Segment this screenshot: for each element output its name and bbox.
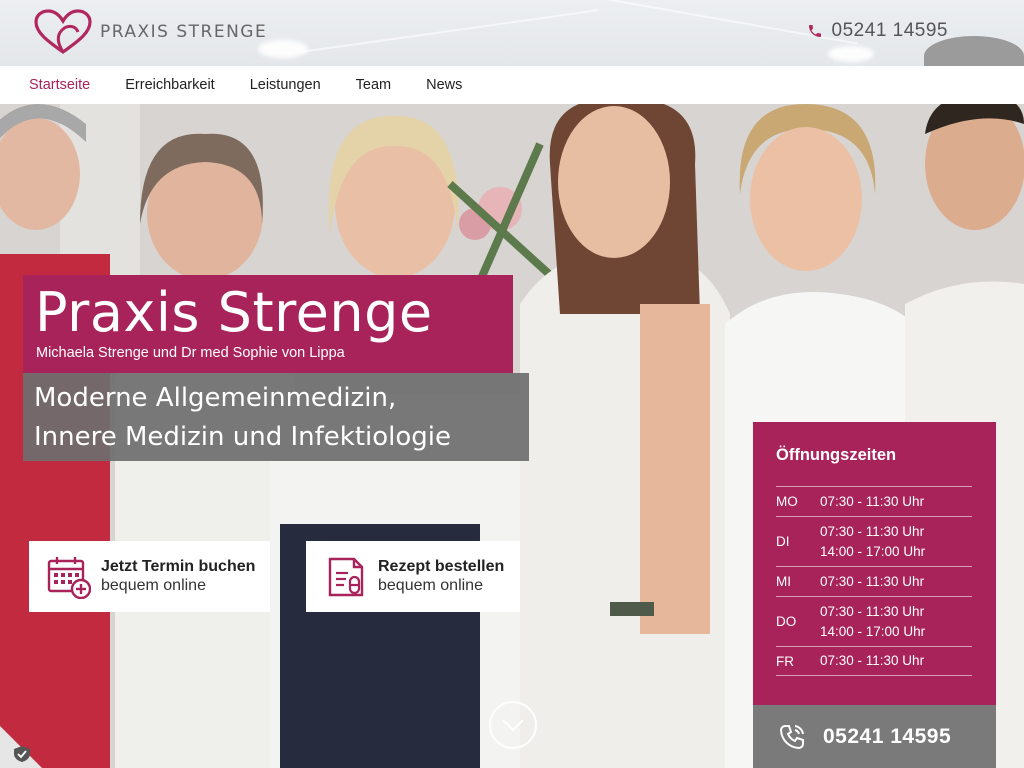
- heart-logo-icon: [34, 9, 92, 54]
- phone-box-number: 05241 14595: [823, 724, 952, 748]
- scroll-down-button[interactable]: [489, 701, 537, 749]
- hours-time: 07:30 - 11:30 Uhr: [820, 653, 925, 668]
- hours-time: 14:00 - 17:00 Uhr: [820, 543, 926, 559]
- opening-hours-title: Öffnungszeiten: [776, 446, 897, 464]
- header-phone-number: 05241 14595: [831, 20, 948, 41]
- hero-subtitle: Michaela Strenge und Dr med Sophie von L…: [36, 345, 345, 361]
- hours-day: MO: [776, 494, 798, 509]
- logo-wordmark: PRAXIS STRENGE: [100, 22, 268, 42]
- hours-row-mo: MO 07:30 - 11:30 Uhr: [776, 486, 972, 516]
- hours-row-fr: FR 07:30 - 11:30 Uhr: [776, 646, 972, 676]
- hero-section: Praxis Strenge Michaela Strenge und Dr m…: [0, 104, 1024, 768]
- hours-time: 07:30 - 11:30 Uhr: [820, 603, 925, 619]
- hours-day: DI: [776, 534, 790, 549]
- appointment-title: Jetzt Termin buchen: [101, 558, 256, 575]
- hero-title-box: Praxis Strenge Michaela Strenge und Dr m…: [23, 275, 513, 373]
- calendar-plus-icon: [47, 556, 91, 599]
- nav-item-startseite[interactable]: Startseite: [29, 77, 90, 93]
- nav-item-news[interactable]: News: [426, 77, 462, 93]
- phone-ringing-icon: [779, 724, 804, 749]
- opening-hours-panel: Öffnungszeiten MO 07:30 - 11:30 Uhr DI 0…: [753, 422, 996, 705]
- hero-tagline: Moderne Allgemeinmedizin, Innere Medizin…: [23, 373, 529, 461]
- prescription-title: Rezept bestellen: [378, 558, 505, 575]
- hours-row-do: DO 07:30 - 11:30 Uhr 14:00 - 17:00 Uhr: [776, 596, 972, 646]
- hero-title: Praxis Strenge: [35, 281, 433, 344]
- main-navigation: Startseite Erreichbarkeit Leistungen Tea…: [0, 66, 1024, 104]
- hero-tagline-line: Moderne Allgemeinmedizin,: [34, 383, 397, 413]
- site-logo[interactable]: PRAXIS STRENGE: [32, 8, 267, 56]
- ceiling-line: [301, 9, 599, 53]
- hours-time: 07:30 - 11:30 Uhr: [820, 573, 925, 589]
- prescription-subtitle: bequem online: [378, 577, 483, 594]
- hours-row-di: DI 07:30 - 11:30 Uhr 14:00 - 17:00 Uhr: [776, 516, 972, 566]
- hours-day: FR: [776, 653, 794, 669]
- hours-day: MI: [776, 574, 791, 589]
- hours-row-mi: MI 07:30 - 11:30 Uhr: [776, 566, 972, 596]
- nav-item-erreichbarkeit[interactable]: Erreichbarkeit: [125, 77, 214, 93]
- nav-item-team[interactable]: Team: [356, 77, 391, 93]
- appointment-subtitle: bequem online: [101, 577, 206, 594]
- header-phone[interactable]: 05241 14595: [807, 20, 948, 42]
- ceiling-light: [828, 46, 874, 62]
- chevron-down-icon: [502, 719, 524, 732]
- hero-tagline-line: Innere Medizin und Infektiologie: [34, 422, 452, 452]
- hours-time: 07:30 - 11:30 Uhr: [820, 523, 925, 539]
- phone-icon: [808, 25, 821, 37]
- nav-item-leistungen[interactable]: Leistungen: [250, 77, 321, 93]
- site-header: PRAXIS STRENGE 05241 14595: [0, 0, 1024, 66]
- privacy-shield-icon[interactable]: [0, 716, 52, 768]
- call-phone-button[interactable]: 05241 14595: [753, 705, 996, 768]
- prescription-icon: [328, 557, 364, 596]
- book-appointment-button[interactable]: Jetzt Termin buchen bequem online: [29, 541, 270, 612]
- hours-time: 14:00 - 17:00 Uhr: [820, 623, 926, 639]
- hours-time: 07:30 - 11:30 Uhr: [820, 493, 925, 509]
- order-prescription-button[interactable]: Rezept bestellen bequem online: [306, 541, 520, 612]
- hours-day: DO: [776, 614, 797, 629]
